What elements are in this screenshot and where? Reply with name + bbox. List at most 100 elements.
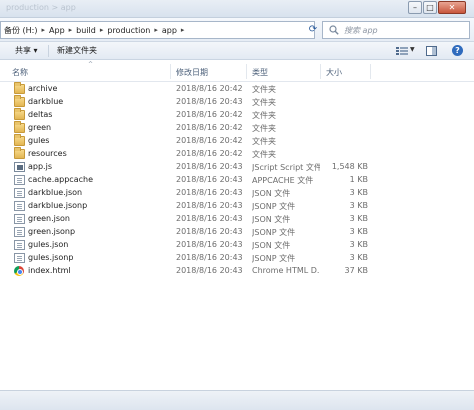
document-icon	[14, 240, 25, 250]
chevron-right-icon[interactable]: ▸	[100, 26, 104, 34]
file-type: 文件夹	[252, 85, 276, 94]
list-item[interactable]: app.js 2018/8/16 20:43 JScript Script 文件…	[0, 161, 474, 174]
folder-icon	[14, 121, 25, 133]
folder-icon	[14, 108, 25, 120]
list-item[interactable]: darkblue 2018/8/16 20:43 文件夹	[0, 95, 474, 109]
share-button[interactable]: 共享 ▾	[12, 44, 41, 58]
help-icon[interactable]: ?	[452, 45, 463, 56]
sort-indicator-icon: ^	[88, 61, 94, 68]
breadcrumb-production[interactable]: production	[107, 26, 150, 35]
chevron-right-icon[interactable]: ▸	[154, 26, 158, 34]
list-item[interactable]: gules 2018/8/16 20:42 文件夹	[0, 134, 474, 148]
document-icon	[14, 214, 25, 224]
list-item[interactable]: darkblue.jsonp 2018/8/16 20:43 JSONP 文件 …	[0, 200, 474, 213]
breadcrumb-app[interactable]: App	[49, 26, 65, 35]
column-type[interactable]: 类型	[252, 67, 268, 78]
document-icon	[14, 227, 25, 237]
minimize-button[interactable]: –	[408, 1, 422, 14]
file-name: darkblue	[28, 97, 64, 106]
address-row: 备份 (H:) ▸ App ▸ build ▸ production ▸ app…	[0, 18, 474, 42]
column-divider[interactable]	[170, 64, 171, 79]
file-size: 3 KB	[349, 214, 368, 223]
column-divider[interactable]	[370, 64, 371, 79]
file-date: 2018/8/16 20:42	[176, 123, 243, 132]
toolbar-divider	[48, 45, 49, 57]
file-size: 37 KB	[344, 266, 368, 275]
list-item[interactable]: gules.json 2018/8/16 20:43 JSON 文件 3 KB	[0, 239, 474, 252]
file-name: gules.jsonp	[28, 253, 74, 262]
file-date: 2018/8/16 20:43	[176, 214, 243, 223]
list-item[interactable]: resources 2018/8/16 20:42 文件夹	[0, 147, 474, 161]
list-item[interactable]: green.json 2018/8/16 20:43 JSON 文件 3 KB	[0, 213, 474, 226]
chevron-right-icon[interactable]: ▸	[181, 26, 185, 34]
script-file-icon	[14, 162, 25, 172]
file-date: 2018/8/16 20:43	[176, 240, 243, 249]
file-date: 2018/8/16 20:42	[176, 84, 243, 93]
file-type: APPCACHE 文件	[252, 176, 314, 185]
list-item[interactable]: darkblue.json 2018/8/16 20:43 JSON 文件 3 …	[0, 187, 474, 200]
list-item[interactable]: cache.appcache 2018/8/16 20:43 APPCACHE …	[0, 174, 474, 187]
file-name: green.jsonp	[28, 227, 76, 236]
file-name: darkblue.json	[28, 188, 83, 197]
column-divider[interactable]	[246, 64, 247, 79]
document-icon	[14, 201, 25, 211]
file-size: 1,548 KB	[331, 162, 368, 171]
preview-pane-icon[interactable]	[426, 46, 437, 56]
column-name[interactable]: 名称	[12, 67, 28, 78]
chevron-down-icon[interactable]: ▼	[410, 46, 415, 53]
maximize-button[interactable]: □	[423, 1, 437, 14]
document-icon	[14, 175, 25, 185]
command-bar: 共享 ▾ 新建文件夹 ▼ ?	[0, 42, 474, 60]
file-date: 2018/8/16 20:43	[176, 162, 243, 171]
window-title: production > app	[6, 3, 76, 12]
breadcrumb[interactable]: 备份 (H:) ▸ App ▸ build ▸ production ▸ app…	[0, 21, 315, 39]
file-name: archive	[28, 84, 58, 93]
breadcrumb-drive[interactable]: 备份 (H:)	[4, 25, 38, 36]
list-item[interactable]: green 2018/8/16 20:42 文件夹	[0, 121, 474, 135]
close-button[interactable]: ✕	[438, 1, 466, 14]
search-input[interactable]: 搜索 app	[322, 21, 470, 39]
column-date[interactable]: 修改日期	[176, 67, 208, 78]
column-divider[interactable]	[320, 64, 321, 79]
breadcrumb-app-folder[interactable]: app	[162, 26, 177, 35]
file-type: Chrome HTML D...	[252, 266, 320, 275]
breadcrumb-build[interactable]: build	[76, 26, 96, 35]
list-item[interactable]: index.html 2018/8/16 20:43 Chrome HTML D…	[0, 265, 474, 278]
view-options-icon[interactable]	[396, 46, 408, 56]
refresh-icon[interactable]: ⟳	[307, 23, 319, 37]
file-name: gules.json	[28, 240, 69, 249]
search-icon	[329, 25, 339, 35]
file-date: 2018/8/16 20:42	[176, 149, 243, 158]
file-type: 文件夹	[252, 124, 276, 133]
file-date: 2018/8/16 20:43	[176, 175, 243, 184]
file-size: 3 KB	[349, 240, 368, 249]
file-date: 2018/8/16 20:43	[176, 266, 243, 275]
folder-icon	[14, 134, 25, 146]
file-size: 3 KB	[349, 201, 368, 210]
file-date: 2018/8/16 20:43	[176, 253, 243, 262]
new-folder-button[interactable]: 新建文件夹	[54, 44, 100, 58]
list-item[interactable]: green.jsonp 2018/8/16 20:43 JSONP 文件 3 K…	[0, 226, 474, 239]
folder-icon	[14, 95, 25, 107]
file-type: JSON 文件	[252, 189, 291, 198]
file-name: cache.appcache	[28, 175, 93, 184]
title-bar: production > app – □ ✕	[0, 0, 474, 18]
document-icon	[14, 188, 25, 198]
file-name: index.html	[28, 266, 71, 275]
file-date: 2018/8/16 20:43	[176, 188, 243, 197]
chevron-right-icon[interactable]: ▸	[42, 26, 46, 34]
folder-icon	[14, 82, 25, 94]
file-name: resources	[28, 149, 67, 158]
list-item[interactable]: deltas 2018/8/16 20:42 文件夹	[0, 108, 474, 122]
file-type: JSONP 文件	[252, 202, 296, 211]
chevron-right-icon[interactable]: ▸	[69, 26, 73, 34]
file-type: 文件夹	[252, 137, 276, 146]
file-name: gules	[28, 136, 50, 145]
details-pane	[0, 390, 474, 410]
list-item[interactable]: gules.jsonp 2018/8/16 20:43 JSONP 文件 3 K…	[0, 252, 474, 265]
column-size[interactable]: 大小	[326, 67, 342, 78]
file-name: darkblue.jsonp	[28, 201, 88, 210]
file-date: 2018/8/16 20:42	[176, 110, 243, 119]
file-name: app.js	[28, 162, 52, 171]
list-item[interactable]: archive 2018/8/16 20:42 文件夹	[0, 82, 474, 96]
